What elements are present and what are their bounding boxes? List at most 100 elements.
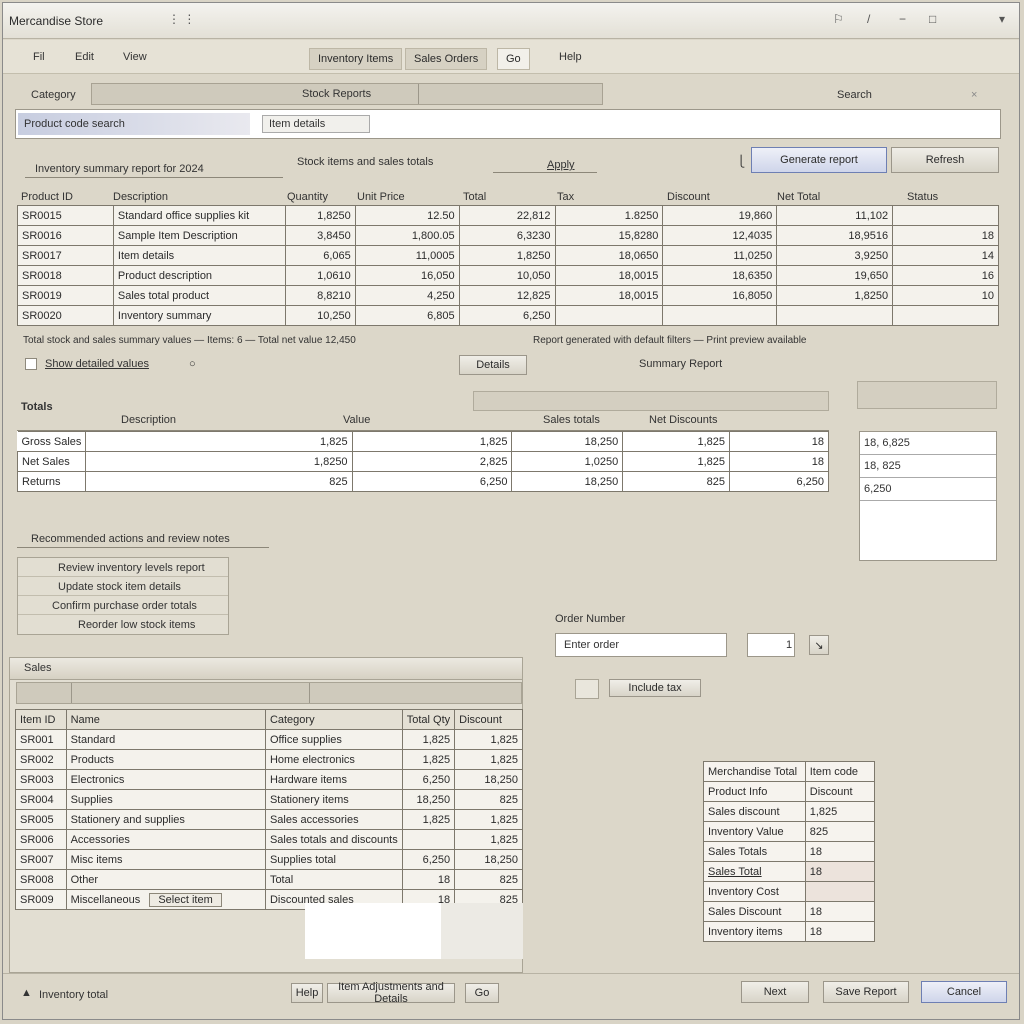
list-item[interactable]: 6,250 — [860, 478, 996, 501]
cell-status: 16 — [892, 265, 999, 286]
filter-toggle-icon[interactable]: ⎩ — [737, 155, 745, 168]
cell-category: Hardware items — [264, 769, 403, 790]
col-net-discounts[interactable]: Net Discounts — [649, 414, 717, 426]
table-row[interactable]: SR003 Electronics Hardware items 6,250 1… — [15, 769, 523, 790]
list-item[interactable]: 18, 6,825 — [860, 432, 996, 455]
search-chip[interactable]: Item details — [262, 115, 370, 133]
detail-checkbox-label[interactable]: Show detailed values — [45, 358, 149, 370]
side-panel-list[interactable]: 18, 6,825 18, 825 6,250 — [859, 431, 997, 561]
cell-tax: 1.8250 — [554, 205, 664, 226]
refresh-button[interactable]: Refresh — [891, 147, 999, 173]
col-net-total[interactable]: Net Total — [777, 191, 820, 203]
restore-icon[interactable]: − — [899, 12, 906, 26]
list-item[interactable]: Confirm purchase order totals — [18, 596, 228, 615]
pin-icon[interactable]: ⚐ — [833, 12, 844, 26]
info-icon[interactable]: ○ — [189, 358, 196, 370]
save-report-button[interactable]: Save Report — [823, 981, 909, 1003]
table-row[interactable]: Net Sales 1,8250 2,825 1,0250 1,825 18 — [16, 451, 829, 472]
table-row[interactable]: SR0019 Sales total product 8,8210 4,250 … — [17, 285, 999, 306]
include-tax-button[interactable]: Include tax — [609, 679, 701, 697]
list-item[interactable]: 18, 825 — [860, 455, 996, 478]
menu-file[interactable]: Fil — [33, 51, 45, 63]
order-qty-field[interactable]: 1 — [747, 633, 795, 657]
table-row[interactable]: SR007 Misc items Supplies total 6,250 18… — [15, 849, 523, 870]
list-item[interactable]: Reorder low stock items — [18, 615, 228, 634]
cell-value-2: 6,250 — [351, 471, 513, 492]
go-arrow-button[interactable]: ↘ — [809, 635, 829, 655]
dropdown-icon[interactable]: ▾ — [999, 12, 1005, 26]
cell-description: Inventory summary — [112, 305, 286, 326]
col-discount[interactable]: Discount — [454, 709, 523, 730]
table-row[interactable]: Sales discount 1,825 — [703, 801, 876, 822]
menu-edit[interactable]: Edit — [75, 51, 94, 63]
tab-inventory-items[interactable]: Inventory Items — [309, 48, 403, 70]
table-row[interactable]: SR005 Stationery and supplies Sales acce… — [15, 809, 523, 830]
cell-sales-total: 1,0250 — [511, 451, 624, 472]
table-row[interactable]: Inventory Value 825 — [703, 821, 876, 842]
search-prefix-chip[interactable]: Product code search — [18, 113, 250, 135]
col-value[interactable]: Value — [343, 414, 370, 426]
search-bar[interactable]: Product code search Item details — [15, 109, 1001, 139]
select-item-button[interactable]: Select item — [149, 892, 222, 907]
table-row[interactable]: Sales Total 18 — [703, 861, 876, 882]
cell-label: Sales Discount — [703, 901, 806, 922]
col-quantity[interactable]: Quantity — [287, 191, 328, 203]
table-row[interactable]: Sales Totals 18 — [703, 841, 876, 862]
table-row[interactable]: Product Info Discount — [703, 781, 876, 802]
col-name[interactable]: Name — [65, 709, 266, 730]
table-row[interactable]: SR001 Standard Office supplies 1,825 1,8… — [15, 729, 523, 750]
include-tax-checkbox[interactable] — [575, 679, 599, 699]
tab-sales-orders[interactable]: Sales Orders — [405, 48, 488, 70]
list-item[interactable]: Update stock item details — [18, 577, 228, 596]
tab-go[interactable]: Go — [497, 48, 530, 70]
table-row[interactable]: SR006 Accessories Sales totals and disco… — [15, 829, 523, 850]
col-status[interactable]: Status — [907, 191, 938, 203]
table-row[interactable]: Returns 825 6,250 18,250 825 6,250 — [16, 471, 829, 492]
col-description[interactable]: Description — [113, 191, 168, 203]
next-button[interactable]: Next — [741, 981, 809, 1003]
order-number-field[interactable]: Enter order — [555, 633, 727, 657]
col-total-qty[interactable]: Total Qty — [401, 709, 456, 730]
col-discount[interactable]: Discount — [667, 191, 710, 203]
footer-help-button[interactable]: Help — [291, 983, 323, 1003]
table-row[interactable]: SR0016 Sample Item Description 3,8450 1,… — [17, 225, 999, 246]
col-total[interactable]: Total — [463, 191, 486, 203]
footer-status-icon: ▲ — [21, 987, 32, 999]
col-desc[interactable]: Description — [121, 414, 176, 426]
cancel-button[interactable]: Cancel — [921, 981, 1007, 1003]
menu-view[interactable]: View — [123, 51, 147, 63]
col-category[interactable]: Category — [264, 709, 403, 730]
sales-filter-strip[interactable] — [16, 682, 522, 704]
menu-dots-icon[interactable]: ⋮ ⋮ — [168, 12, 195, 26]
tab-help[interactable]: Help — [559, 51, 582, 63]
minimize-icon[interactable]: / — [867, 12, 870, 26]
table-row[interactable]: SR002 Products Home electronics 1,825 1,… — [15, 749, 523, 770]
col-unit-price[interactable]: Unit Price — [357, 191, 405, 203]
search-clear-icon[interactable]: × — [971, 89, 977, 101]
table-row[interactable]: Inventory Cost — [703, 881, 876, 902]
search-input[interactable] — [382, 114, 992, 134]
table-row[interactable]: Inventory items 18 — [703, 921, 876, 942]
col-sales-totals[interactable]: Sales totals — [543, 414, 600, 426]
col-tax[interactable]: Tax — [557, 191, 574, 203]
footer-go-button[interactable]: Go — [465, 983, 499, 1003]
table-row[interactable]: Merchandise Total Item code — [703, 761, 876, 782]
table-row[interactable]: SR004 Supplies Stationery items 18,250 8… — [15, 789, 523, 810]
details-button[interactable]: Details — [459, 355, 527, 375]
category-select[interactable]: Stock Reports — [91, 83, 603, 105]
table-row[interactable]: SR0020 Inventory summary 10,250 6,805 6,… — [17, 305, 999, 326]
table-row[interactable]: SR0018 Product description 1,0610 16,050… — [17, 265, 999, 286]
col-product-id[interactable]: Product ID — [21, 191, 73, 203]
table-row[interactable]: SR0015 Standard office supplies kit 1,82… — [17, 205, 999, 226]
col-item-id[interactable]: Item ID — [15, 709, 67, 730]
apply-link[interactable]: Apply — [547, 159, 575, 171]
list-item[interactable]: Review inventory levels report — [18, 558, 228, 577]
table-row[interactable]: SR0017 Item details 6,065 11,0005 1,8250… — [17, 245, 999, 266]
table-row[interactable]: SR008 Other Total 18 825 — [15, 869, 523, 890]
table-row[interactable]: Gross Sales 1,825 1,825 18,250 1,825 18 — [17, 431, 829, 452]
footer-adjustments-button[interactable]: Item Adjustments and Details — [327, 981, 455, 1005]
generate-report-button[interactable]: Generate report — [751, 147, 887, 173]
close-icon[interactable]: □ — [929, 12, 936, 26]
detail-checkbox[interactable] — [25, 358, 37, 370]
table-row[interactable]: Sales Discount 18 — [703, 901, 876, 922]
